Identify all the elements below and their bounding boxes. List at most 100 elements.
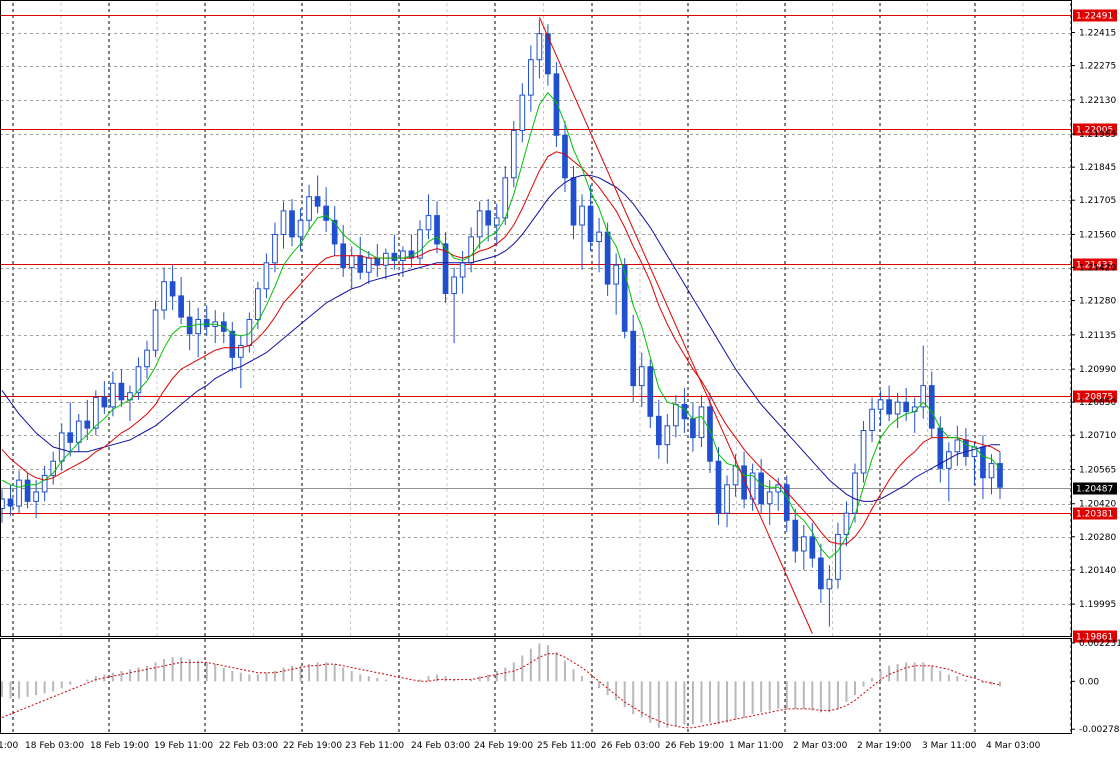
y-tick-label: 1.21280 — [1079, 297, 1116, 307]
y-tick-label: 1.20280 — [1079, 533, 1116, 543]
x-tick-label: 3 Mar 11:00 — [922, 741, 977, 751]
candle-body — [314, 196, 321, 207]
x-tick-label: 26 Feb 03:00 — [601, 741, 660, 751]
x-tick-label: 4 Mar 03:00 — [986, 741, 1041, 751]
x-tick-label: 24 Feb 19:00 — [474, 741, 533, 751]
candle-body — [110, 382, 116, 408]
candle-body — [493, 217, 500, 226]
candle-body — [152, 309, 159, 351]
axes: 1.22415 1.22275 1.22130 1.21985 1.21845 1.217… — [0, 0, 1120, 751]
candle-body — [400, 250, 406, 261]
x-tick-label: 1:00 — [0, 741, 18, 751]
candle-body — [826, 578, 833, 590]
candle-body — [348, 255, 355, 269]
candle-body — [255, 288, 261, 320]
candle-body — [75, 420, 82, 443]
candle-body — [638, 366, 645, 387]
candle-body — [357, 255, 364, 273]
candle-body — [16, 479, 22, 507]
price-chart[interactable]: 1.224911.220051.214331.208751.203811.198… — [0, 0, 1120, 758]
x-tick-label: 23 Feb 11:00 — [345, 741, 404, 751]
candle-body — [664, 425, 671, 446]
candle-body — [425, 215, 432, 231]
main-panel-border — [0, 0, 1072, 637]
y-tick-label: 1.21560 — [1079, 230, 1116, 240]
y-tick-label: 1.21845 — [1079, 163, 1116, 173]
candle-body — [297, 219, 304, 238]
current-price-label: 1.20487 — [1076, 485, 1113, 495]
candle-body — [843, 512, 850, 535]
y-tick-label: 1.20140 — [1079, 566, 1116, 576]
y-tick-label: 1.20565 — [1079, 465, 1116, 475]
candle-body — [323, 205, 329, 221]
candle-body — [451, 276, 457, 295]
candle-body — [417, 229, 423, 259]
candle-body — [766, 491, 773, 505]
candle-body — [528, 59, 534, 96]
candle-body — [203, 319, 210, 328]
candle-body — [84, 420, 91, 429]
candle-body — [7, 498, 14, 507]
osc-y-tick-label: -0.00278 — [1079, 725, 1120, 735]
candle-body — [391, 252, 398, 261]
candle-body — [988, 463, 995, 479]
candle-body — [306, 196, 312, 221]
candle-body — [161, 281, 167, 311]
y-tick-label: 1.20850 — [1079, 398, 1116, 408]
trend-line[interactable] — [538, 16, 813, 634]
candle-body — [647, 366, 654, 417]
candle-body — [280, 210, 287, 235]
candle-body — [809, 536, 816, 559]
candle-body — [33, 491, 39, 502]
x-tick-label: 25 Feb 11:00 — [537, 741, 596, 751]
candle-body — [613, 264, 619, 285]
candle-body — [903, 401, 910, 413]
candle-body — [724, 484, 730, 514]
candle-body — [374, 257, 381, 266]
candle-body — [272, 233, 278, 264]
candle-body — [562, 134, 568, 179]
y-tick-label: 1.21705 — [1079, 196, 1116, 206]
y-tick-label: 1.20710 — [1079, 431, 1116, 441]
candle-body — [195, 319, 202, 335]
candle-body — [800, 536, 807, 552]
candle-body — [127, 392, 133, 401]
x-tick-label: 19 Feb 11:00 — [154, 741, 213, 751]
x-tick-label: 22 Feb 19:00 — [283, 741, 342, 751]
candle-body — [24, 479, 31, 502]
candle-body — [596, 231, 602, 243]
candle-body — [690, 418, 696, 439]
candle-body — [178, 295, 184, 318]
candle-body — [869, 408, 875, 432]
y-tick-label: 1.19995 — [1079, 600, 1116, 610]
price-level-label: 1.22491 — [1076, 12, 1113, 22]
candle-body — [118, 382, 125, 401]
price-level-label: 1.20381 — [1076, 510, 1113, 520]
candle-body — [169, 281, 176, 297]
oscillator-panel-border — [0, 638, 1072, 734]
candle-body — [502, 177, 509, 219]
candle-body — [673, 404, 679, 427]
main-grid — [0, 3, 1072, 733]
candle-body — [604, 231, 611, 285]
candle-body — [630, 330, 637, 387]
candle-body — [860, 430, 867, 474]
x-tick-label: 26 Feb 19:00 — [665, 741, 724, 751]
candle-body — [144, 349, 150, 368]
candle-body — [655, 415, 662, 446]
candle-body — [67, 432, 74, 443]
candle-body — [715, 460, 722, 514]
osc-y-tick-label: 0.002231 — [1079, 639, 1120, 649]
y-tick-label: 1.21135 — [1079, 331, 1116, 341]
candle-body — [485, 210, 492, 226]
candle-body — [459, 262, 466, 278]
osc-y-tick-label: 0.00 — [1079, 677, 1099, 687]
candle-body — [579, 205, 585, 226]
candle-body — [877, 399, 884, 410]
candle-body — [553, 73, 560, 136]
x-tick-label: 2 Mar 19:00 — [857, 741, 912, 751]
candle-body — [835, 533, 841, 580]
x-tick-label: 24 Feb 03:00 — [411, 741, 470, 751]
x-tick-label: 22 Feb 03:00 — [219, 741, 278, 751]
candle-body — [365, 257, 372, 273]
